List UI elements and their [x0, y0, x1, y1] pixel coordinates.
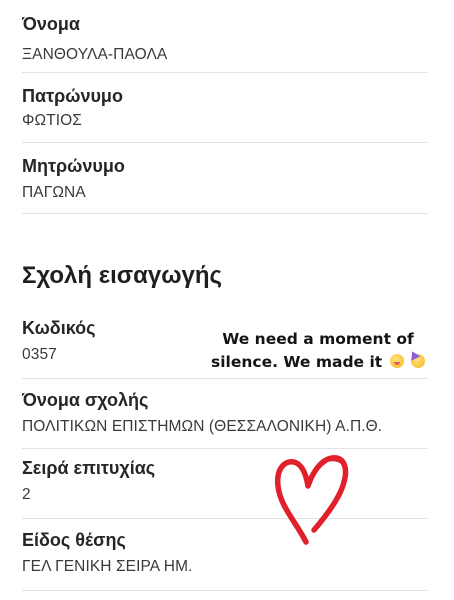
- student-details-page: Όνομα ΞΑΝΘΟΥΛΑ-ΠΑΟΛΑ Πατρώνυμο ΦΩΤΙΟΣ Μη…: [0, 0, 454, 600]
- heart-icon: [274, 455, 349, 545]
- dizzy-face-emoji-icon: [389, 354, 404, 368]
- divider: [22, 72, 428, 73]
- field-code-value[interactable]: 0357: [22, 346, 57, 364]
- field-name-value[interactable]: ΞΑΝΘΟΥΛΑ-ΠΑΟΛΑ: [22, 46, 167, 64]
- divider: [22, 142, 428, 143]
- field-school-name-value[interactable]: ΠΟΛΙΤΙΚΩΝ ΕΠΙΣΤΗΜΩΝ (ΘΕΣΣΑΛΟΝΙΚΗ) Α.Π.Θ.: [22, 418, 382, 436]
- story-caption-line-2: silence. We made it: [211, 353, 383, 371]
- field-school-name: Όνομα σχολής ΠΟΛΙΤΙΚΩΝ ΕΠΙΣΤΗΜΩΝ (ΘΕΣΣΑΛ…: [22, 382, 432, 442]
- story-caption-line-2-wrap: silence. We made it: [207, 351, 429, 374]
- divider: [22, 378, 428, 379]
- field-success-rank-value[interactable]: 2: [22, 486, 31, 504]
- field-patronymic-label: Πατρώνυμο: [22, 86, 123, 106]
- section-title-admission-school: Σχολή εισαγωγής: [22, 262, 223, 289]
- field-code-label: Κωδικός: [22, 318, 96, 338]
- field-matronymic-label: Μητρώνυμο: [22, 156, 125, 176]
- story-caption-line-1: We need a moment of: [222, 330, 414, 348]
- field-name: Όνομα ΞΑΝΘΟΥΛΑ-ΠΑΟΛΑ: [22, 6, 432, 66]
- divider: [22, 518, 428, 519]
- field-name-label: Όνομα: [22, 14, 80, 34]
- field-matronymic-value[interactable]: ΠΑΓΩΝΑ: [22, 184, 86, 202]
- field-patronymic: Πατρώνυμο ΦΩΤΙΟΣ: [22, 78, 432, 138]
- divider: [22, 213, 428, 214]
- field-patronymic-value[interactable]: ΦΩΤΙΟΣ: [22, 112, 82, 130]
- field-success-rank: Σειρά επιτυχίας 2: [22, 452, 432, 512]
- field-position-type-label: Είδος θέσης: [22, 530, 126, 550]
- story-caption: We need a moment of silence. We made it: [207, 328, 429, 374]
- field-position-type: Είδος θέσης ΓΕΛ ΓΕΝΙΚΗ ΣΕΙΡΑ ΗΜ.: [22, 522, 432, 582]
- field-matronymic: Μητρώνυμο ΠΑΓΩΝΑ: [22, 148, 432, 208]
- divider: [22, 590, 428, 591]
- field-success-rank-label: Σειρά επιτυχίας: [22, 458, 156, 478]
- divider: [22, 448, 428, 449]
- field-position-type-value[interactable]: ΓΕΛ ΓΕΝΙΚΗ ΣΕΙΡΑ ΗΜ.: [22, 558, 193, 576]
- partying-face-emoji-icon: [411, 354, 425, 368]
- field-school-name-label: Όνομα σχολής: [22, 390, 149, 410]
